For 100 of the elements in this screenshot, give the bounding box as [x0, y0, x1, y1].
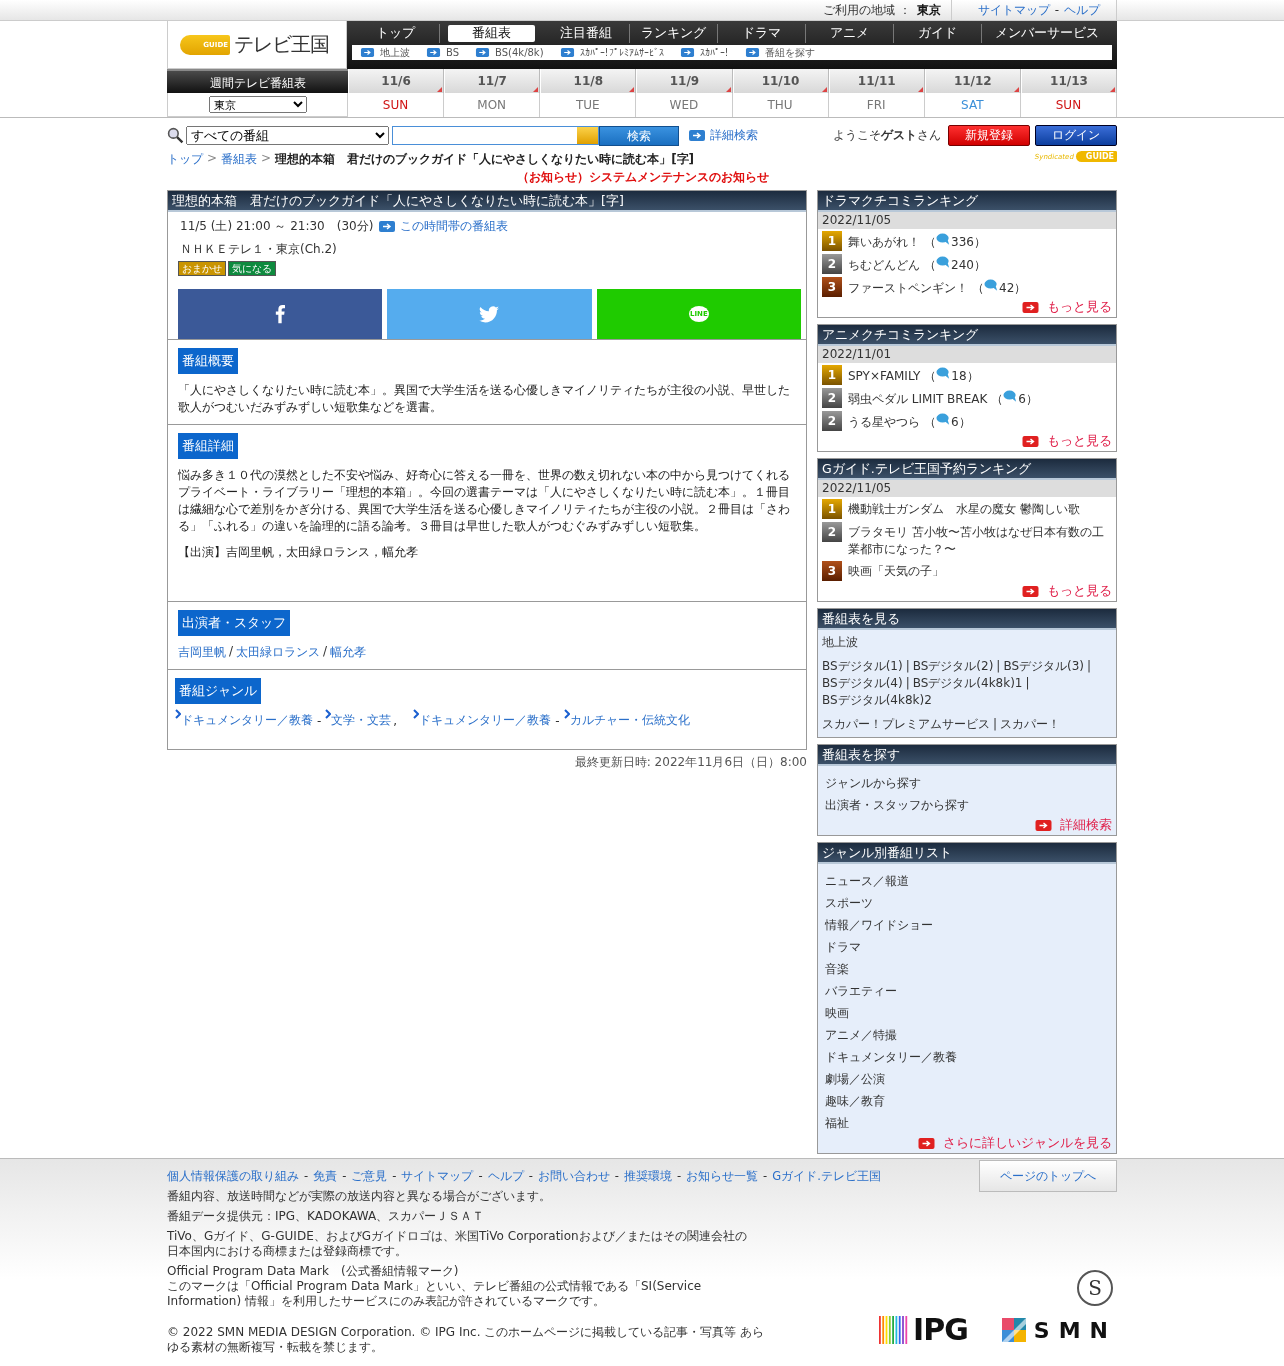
find-link[interactable]: ジャンルから探す	[825, 772, 1109, 794]
more-link[interactable]: もっと見る	[1022, 582, 1112, 600]
date-tab[interactable]: 11/7	[444, 69, 541, 93]
nav-tab[interactable]: トップ	[352, 24, 440, 43]
date-tab[interactable]: 11/9	[636, 69, 733, 93]
separator: -	[763, 1169, 768, 1184]
back-to-top-button[interactable]: ページのトップへ	[979, 1160, 1117, 1192]
more-link[interactable]: さらに詳しいジャンルを見る	[918, 1134, 1112, 1152]
scope-select[interactable]: すべての番組	[186, 126, 389, 145]
genre-link[interactable]: ドラマ	[825, 936, 1109, 958]
top-link[interactable]: サイトマップ	[977, 1, 1050, 19]
footer-link[interactable]: サイトマップ	[401, 1169, 474, 1184]
genre-link[interactable]: ドキュメンタリー／教養	[825, 1046, 1109, 1068]
genre-link[interactable]: 文学・文芸	[325, 712, 392, 729]
genre-link[interactable]: 趣味／教育	[825, 1090, 1109, 1112]
ranking-link[interactable]: 舞いあがれ！	[848, 234, 920, 251]
ranking-link[interactable]: SPY×FAMILY	[848, 368, 921, 385]
top-link[interactable]: ヘルプ	[1064, 1, 1100, 19]
timetable-link[interactable]: BSデジタル(2)	[912, 658, 994, 675]
ranking-link[interactable]: 機動戦士ガンダム 水星の魔女 鬱陶しい歌	[848, 501, 1080, 518]
ranking-link[interactable]: ちむどんどん	[848, 257, 920, 274]
nav-tab[interactable]: ガイド	[893, 24, 982, 43]
genre-link[interactable]: ニュース／報道	[825, 870, 1109, 892]
rank-badge: 1	[822, 365, 842, 385]
genre-link[interactable]: 劇場／公演	[825, 1068, 1109, 1090]
date-tab[interactable]: 11/11	[828, 69, 925, 93]
date-tab[interactable]: 11/6	[348, 69, 445, 93]
separator: ,	[393, 713, 398, 728]
genre-link[interactable]: 情報／ワイドショー	[825, 914, 1109, 936]
breadcrumb-link[interactable]: 番組表	[221, 151, 258, 168]
sub-link[interactable]: 地上波	[360, 45, 410, 60]
timetable-link[interactable]: スカパー！プレミアムサービス	[822, 716, 990, 733]
last-updated: 最終更新日時: 2022年11月6日（日）8:00	[573, 754, 807, 771]
ranking-link[interactable]: 映画「天気の子」	[848, 563, 944, 580]
timetable-link[interactable]: BSデジタル(3)	[1003, 658, 1084, 675]
advanced-search-link[interactable]: 詳細検索	[689, 127, 758, 144]
search-button[interactable]: 検索	[599, 125, 679, 146]
more-link[interactable]: 詳細検索	[1035, 816, 1112, 834]
footer-link[interactable]: お知らせ一覧	[686, 1169, 759, 1184]
sub-link[interactable]: BS	[426, 47, 460, 58]
region-select[interactable]: 東京	[208, 96, 307, 113]
cast-link[interactable]: 幅允孝	[330, 644, 367, 661]
notice-link[interactable]: （お知らせ）システムメンテナンスのお知らせ	[517, 170, 769, 184]
ranking-link[interactable]: ブラタモリ 苫小牧〜苫小牧はなぜ日本有数の工業都市になった？〜	[848, 524, 1112, 558]
footer-link[interactable]: 推奨環境	[623, 1169, 672, 1184]
genre-link[interactable]: ドキュメンタリー／教養	[175, 712, 313, 729]
date-tab[interactable]: 11/13	[1020, 69, 1117, 93]
footer-link[interactable]: ご意見	[351, 1169, 388, 1184]
ranking-link[interactable]: うる星やつら	[848, 414, 920, 431]
genre-link[interactable]: アニメ／特撮	[825, 1024, 1109, 1046]
footer-link[interactable]: 個人情報保護の取り組み	[167, 1169, 299, 1184]
date-tab[interactable]: 11/8	[540, 69, 637, 93]
sub-link[interactable]: BS(4k/8k)	[475, 47, 544, 58]
date-tab[interactable]: 11/10	[732, 69, 829, 93]
tag-button[interactable]: 気になる	[228, 261, 276, 276]
search-field[interactable]	[392, 126, 599, 145]
share-button[interactable]	[387, 289, 592, 339]
timetable-link[interactable]: BSデジタル(4k8k)1	[912, 675, 1023, 692]
footer-link[interactable]: お問い合わせ	[537, 1169, 610, 1184]
genre-link[interactable]: 福祉	[825, 1112, 1109, 1134]
date-tab[interactable]: 11/12	[924, 69, 1021, 93]
ranking-link[interactable]: ファーストペンギン！	[848, 280, 968, 297]
genre-link[interactable]: スポーツ	[825, 892, 1109, 914]
ranking-link[interactable]: 弱虫ペダル LIMIT BREAK	[848, 391, 988, 408]
timetable-link[interactable]: 地上波	[822, 634, 858, 651]
nav-tab[interactable]: 番組表	[447, 25, 535, 42]
breadcrumb-link[interactable]: トップ	[167, 151, 203, 168]
sub-link[interactable]: 番組を探す	[744, 45, 815, 60]
nav-tab[interactable]: 注目番組	[542, 24, 631, 43]
sub-link[interactable]: ｽｶﾊﾟｰ!ﾌﾟﾚﾐｱﾑｻｰﾋﾞｽ	[559, 47, 664, 58]
timetable-link[interactable]: スカパー！	[1000, 716, 1061, 733]
more-link[interactable]: もっと見る	[1022, 432, 1112, 450]
nav-tab[interactable]: ランキング	[630, 24, 719, 43]
cast-link[interactable]: 太田緑ロランス	[236, 644, 321, 661]
footer-link[interactable]: 免責	[313, 1169, 338, 1184]
footer-link[interactable]: ヘルプ	[487, 1169, 524, 1184]
genre-link[interactable]: バラエティー	[825, 980, 1109, 1002]
find-link[interactable]: 出演者・スタッフから探す	[825, 794, 1109, 816]
nav-tab[interactable]: アニメ	[806, 24, 894, 43]
share-button[interactable]	[178, 289, 383, 339]
speech-bubble-icon	[1003, 390, 1019, 403]
genre-link[interactable]: 音楽	[825, 958, 1109, 980]
sub-link[interactable]: ｽｶﾊﾟｰ!	[679, 47, 729, 58]
detail-text: 悩み多き１０代の漠然とした不安や悩み、好奇心に答える一冊を、世界の数え切れない本の中から見つけてくれるプライベート・ライブラリー「理想的本箱」。今回の選書テーマは「人にやさしくなりたい時に読む本」。１冊目は繊細な心で差別をかぎ分ける、異国で大学生活を送る心優しきマイノリティたちが主役の小説。２冊目は「さわる」「ふれる」の違いを論理的に語る論考。３冊目は早世した歌人がつむぐみずみずしい短歌集。	[178, 467, 791, 535]
timetable-link[interactable]: BSデジタル(4k8k)2	[822, 692, 932, 709]
login-button[interactable]: ログイン	[1035, 125, 1117, 146]
detail-text: 【出演】吉岡里帆，太田緑ロランス，幅允孝	[178, 544, 419, 561]
cast-link[interactable]: 吉岡里帆	[178, 644, 226, 661]
genre-link[interactable]: ドキュメンタリー／教養	[413, 712, 552, 729]
register-button[interactable]: 新規登録	[948, 125, 1030, 146]
footer-link[interactable]: Gガイド.テレビ王国	[772, 1169, 881, 1184]
genre-link[interactable]: カルチャー・伝統文化	[563, 712, 690, 729]
nav-tab[interactable]: ドラマ	[718, 24, 807, 43]
more-link[interactable]: もっと見る	[1022, 298, 1112, 316]
nav-tab[interactable]: メンバーサービス	[981, 24, 1113, 43]
schedule-link[interactable]: この時間帯の番組表	[379, 218, 509, 235]
timetable-link[interactable]: BSデジタル(1)	[822, 658, 903, 675]
timetable-link[interactable]: BSデジタル(4)	[822, 675, 903, 692]
genre-link[interactable]: 映画	[825, 1002, 1109, 1024]
separator: -	[528, 1169, 533, 1184]
